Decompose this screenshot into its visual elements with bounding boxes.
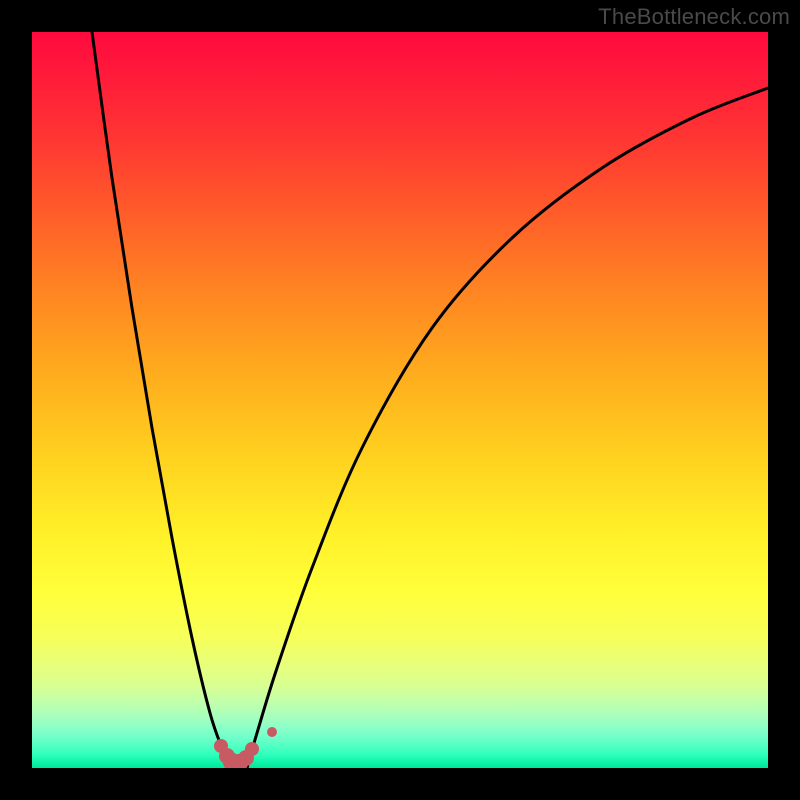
plot-area <box>32 32 768 768</box>
curves-layer <box>32 32 768 768</box>
side-dot <box>267 727 277 737</box>
watermark-text: TheBottleneck.com <box>598 4 790 30</box>
dip-markers <box>214 727 277 768</box>
left-curve <box>92 32 232 768</box>
dip-dot-6 <box>245 742 259 756</box>
chart-frame: TheBottleneck.com <box>0 0 800 800</box>
right-curve <box>247 88 768 768</box>
